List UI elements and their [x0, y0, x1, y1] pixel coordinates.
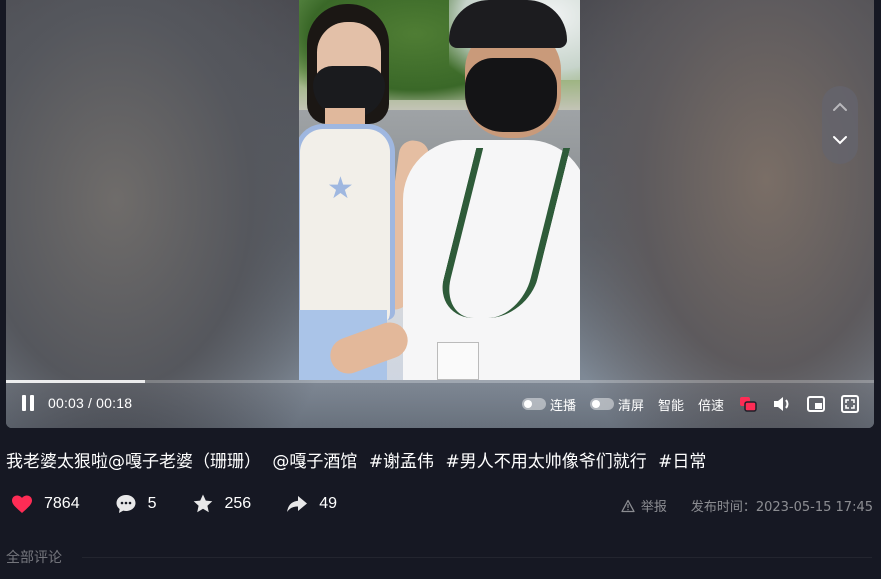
video-frame[interactable]: ★ [299, 0, 580, 380]
speed-button[interactable]: 倍速 [698, 395, 724, 414]
id-badge [437, 342, 479, 380]
like-button[interactable]: 7864 [10, 492, 80, 516]
toggle-switch[interactable] [589, 398, 614, 410]
star-icon [193, 494, 212, 513]
picture-in-picture-icon[interactable] [806, 394, 826, 414]
report-button[interactable]: 举报 [621, 496, 667, 515]
smart-button[interactable]: 智能 [658, 395, 684, 414]
volume-icon[interactable] [772, 394, 792, 414]
hashtag-link[interactable]: #谢孟伟 [369, 452, 434, 472]
comment-count: 5 [147, 495, 157, 512]
autoplay-toggle[interactable]: 连播 [521, 395, 576, 414]
face-mask [465, 58, 557, 132]
clear-screen-toggle[interactable]: 清屏 [589, 395, 644, 414]
person-top [299, 124, 395, 320]
pause-icon[interactable] [22, 395, 36, 411]
share-count: 49 [319, 495, 337, 512]
hashtag-link[interactable]: #日常 [658, 452, 706, 472]
video-meta: 举报 发布时间：2023-05-15 17:45 [621, 496, 873, 515]
share-button[interactable]: 49 [285, 492, 337, 516]
like-count: 7864 [44, 495, 80, 512]
favorite-count: 256 [224, 495, 252, 512]
time-separator: / [88, 395, 93, 411]
video-player[interactable]: ★ 00:03/00:18 连播 清屏 智能 倍速 [6, 0, 874, 428]
autoplay-label: 连播 [549, 398, 576, 414]
warning-icon [621, 499, 635, 512]
video-title: 我老婆太狠啦@嘎子老婆（珊珊） @嘎子酒馆 #谢孟伟 #男人不用太帅像爷们就行 … [6, 447, 712, 472]
report-label: 举报 [640, 500, 667, 515]
publish-time: 发布时间：2023-05-15 17:45 [690, 500, 873, 515]
player-controls: 00:03/00:18 连播 清屏 智能 倍速 [6, 383, 874, 428]
share-arrow-icon [287, 496, 308, 512]
time-total: 00:18 [96, 395, 133, 411]
hashtag-link[interactable]: #男人不用太帅像爷们就行 [445, 452, 646, 472]
heart-icon [12, 495, 32, 513]
chevron-down-icon[interactable] [831, 131, 849, 153]
clear-screen-label: 清屏 [617, 398, 644, 414]
danmaku-icon[interactable] [738, 394, 758, 414]
toggle-switch[interactable] [521, 398, 546, 410]
action-bar: 7864 5 256 49 [10, 492, 371, 516]
baseball-cap [449, 0, 567, 48]
mention-link[interactable]: @嘎子酒馆 [272, 452, 357, 472]
favorite-button[interactable]: 256 [191, 492, 252, 516]
divider [82, 557, 872, 558]
video-nav-pill [822, 86, 858, 164]
chat-bubble-icon [116, 495, 136, 513]
comment-button[interactable]: 5 [114, 492, 157, 516]
fullscreen-icon[interactable] [840, 394, 860, 414]
title-text[interactable]: 我老婆太狠啦@嘎子老婆（珊珊） [6, 452, 261, 472]
time-display: 00:03/00:18 [48, 395, 132, 411]
chevron-up-icon[interactable] [831, 98, 849, 120]
star-graphic: ★ [327, 171, 354, 206]
comments-header: 全部评论 [6, 550, 62, 566]
time-current: 00:03 [48, 395, 85, 411]
